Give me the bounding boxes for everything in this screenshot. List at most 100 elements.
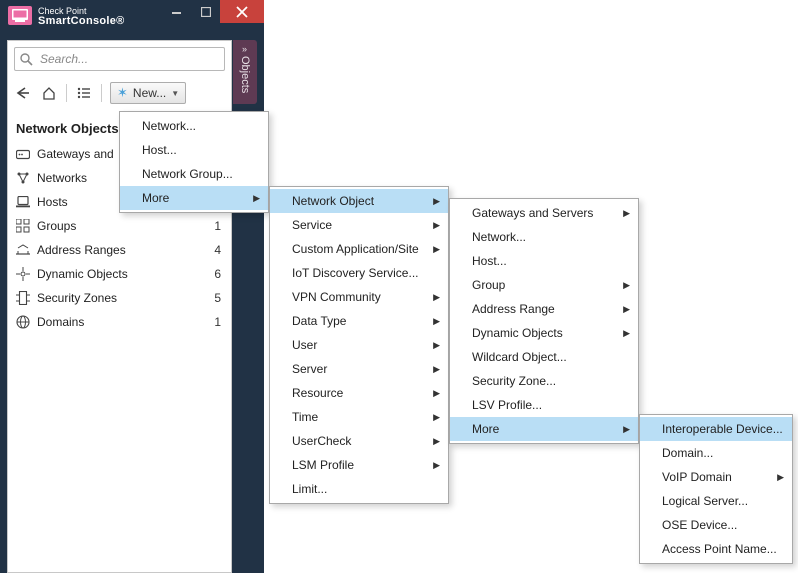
menu-item[interactable]: Custom Application/Site▶: [270, 237, 448, 261]
tree-label: Security Zones: [37, 291, 117, 305]
submenu-arrow-icon: ▶: [433, 364, 440, 375]
menu-item[interactable]: Network...: [450, 225, 638, 249]
menu-item[interactable]: VPN Community▶: [270, 285, 448, 309]
submenu-arrow-icon: ▶: [433, 388, 440, 399]
menu-item[interactable]: Gateways and Servers ▶: [450, 201, 638, 225]
separator: [66, 84, 67, 102]
menu-item[interactable]: Domain...: [640, 441, 792, 465]
menu-item[interactable]: Host...: [450, 249, 638, 273]
menu-item-label: More: [142, 191, 169, 205]
menu-item-label: LSV Profile...: [472, 398, 542, 412]
menu-item[interactable]: Dynamic Objects▶: [450, 321, 638, 345]
menu-item[interactable]: Time ▶: [270, 405, 448, 429]
tree-label: Dynamic Objects: [37, 267, 128, 281]
menu-item-label: Time: [292, 410, 318, 424]
submenu-arrow-icon: ▶: [623, 424, 630, 435]
menu-item[interactable]: LSM Profile▶: [270, 453, 448, 477]
tree-row[interactable]: Security Zones5: [8, 286, 231, 310]
tree-row[interactable]: Domains1: [8, 310, 231, 334]
submenu-arrow-icon: ▶: [433, 412, 440, 423]
menu-item-label: Network...: [142, 119, 196, 133]
app-brand: Check Point SmartConsole®: [38, 6, 125, 26]
objects-side-tab[interactable]: » Objects: [233, 40, 257, 104]
menu-item-label: Interoperable Device...: [662, 422, 783, 436]
tree-row[interactable]: Groups1: [8, 214, 231, 238]
menu-item[interactable]: Address Range▶: [450, 297, 638, 321]
tree-row[interactable]: Dynamic Objects 6: [8, 262, 231, 286]
menu-item-label: Resource: [292, 386, 343, 400]
menu-item-label: Network...: [472, 230, 526, 244]
minimize-button[interactable]: [162, 0, 191, 23]
menu-item[interactable]: Service▶: [270, 213, 448, 237]
menu-item-label: OSE Device...: [662, 518, 737, 532]
menu-item-label: More: [472, 422, 499, 436]
window-controls: [162, 0, 264, 23]
tree-count: 1: [214, 219, 221, 233]
menu-item-label: User: [292, 338, 317, 352]
tree-icon: [16, 267, 30, 281]
menu-item-label: Gateways and Servers: [472, 206, 593, 220]
new-button[interactable]: ✶ New... ▼: [110, 82, 186, 104]
maximize-button[interactable]: [191, 0, 220, 23]
menu-item-label: Logical Server...: [662, 494, 748, 508]
search-input[interactable]: [38, 51, 219, 67]
side-tab-label: Objects: [239, 56, 251, 93]
menu-item[interactable]: UserCheck▶: [270, 429, 448, 453]
menu-item[interactable]: Limit...: [270, 477, 448, 501]
submenu-arrow-icon: ▶: [623, 208, 630, 219]
list-icon[interactable]: [75, 84, 93, 102]
menu-item-label: LSM Profile: [292, 458, 354, 472]
menu-item[interactable]: Logical Server...: [640, 489, 792, 513]
menu-item[interactable]: Resource ▶: [270, 381, 448, 405]
menu-item[interactable]: Interoperable Device...: [640, 417, 792, 441]
separator: [101, 84, 102, 102]
tree-count: 6: [214, 267, 221, 281]
network-object-menu: Gateways and Servers ▶ Network... Host... Gr…: [449, 198, 639, 444]
menu-item[interactable]: Network Object▶: [270, 189, 448, 213]
brand-bottom: SmartConsole®: [38, 15, 125, 27]
menu-item[interactable]: IoT Discovery Service...: [270, 261, 448, 285]
menu-item[interactable]: LSV Profile...: [450, 393, 638, 417]
tree-icon: [16, 243, 30, 257]
close-button[interactable]: [220, 0, 264, 23]
menu-item[interactable]: More ▶: [450, 417, 638, 441]
menu-item-label: Network Group...: [142, 167, 233, 181]
menu-item[interactable]: Data Type▶: [270, 309, 448, 333]
menu-item-label: VPN Community: [292, 290, 381, 304]
new-menu: Network... Host... Network Group... More ▶: [119, 111, 269, 213]
back-icon[interactable]: [14, 84, 32, 102]
menu-item[interactable]: More ▶: [120, 186, 268, 210]
menu-item-label: Limit...: [292, 482, 327, 496]
tree-label: Hosts: [37, 195, 68, 209]
menu-item[interactable]: Host...: [120, 138, 268, 162]
search-box[interactable]: [14, 47, 225, 71]
menu-item-label: Domain...: [662, 446, 713, 460]
submenu-arrow-icon: ▶: [433, 196, 440, 207]
network-object-more-menu: Interoperable Device... Domain... VoIP Dom…: [639, 414, 793, 564]
tree-icon: [16, 315, 30, 329]
menu-item[interactable]: Server▶: [270, 357, 448, 381]
menu-item[interactable]: Network...: [120, 114, 268, 138]
menu-item-label: Security Zone...: [472, 374, 556, 388]
submenu-arrow-icon: ▶: [623, 328, 630, 339]
tree-icon: [16, 171, 30, 185]
tree-icon: [16, 147, 30, 161]
tree-count: 4: [214, 243, 221, 257]
menu-item[interactable]: Group▶: [450, 273, 638, 297]
menu-item[interactable]: Security Zone...: [450, 369, 638, 393]
menu-item[interactable]: User▶: [270, 333, 448, 357]
menu-item[interactable]: OSE Device...: [640, 513, 792, 537]
menu-item[interactable]: VoIP Domain▶: [640, 465, 792, 489]
home-icon[interactable]: [40, 84, 58, 102]
new-button-label: New...: [133, 86, 166, 100]
menu-item[interactable]: Access Point Name...: [640, 537, 792, 561]
tree-label: Networks: [37, 171, 87, 185]
tree-label: Address Ranges: [37, 243, 126, 257]
menu-item[interactable]: Network Group...: [120, 162, 268, 186]
menu-item[interactable]: Wildcard Object...: [450, 345, 638, 369]
submenu-arrow-icon: ▶: [253, 193, 260, 204]
tree-label: Domains: [37, 315, 84, 329]
menu-item-label: Host...: [472, 254, 507, 268]
chevron-down-icon: ▼: [171, 89, 179, 98]
tree-row[interactable]: Address Ranges 4: [8, 238, 231, 262]
